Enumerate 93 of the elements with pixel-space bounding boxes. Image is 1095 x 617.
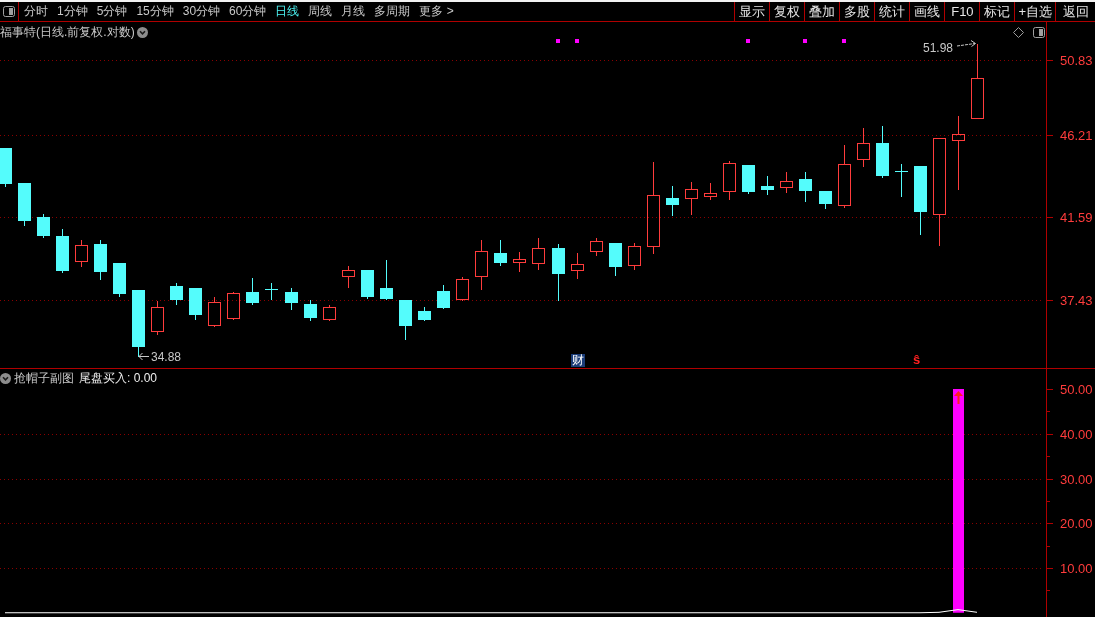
toolbar-button[interactable]: F10 <box>944 2 980 21</box>
candlestick <box>838 144 851 209</box>
period-tab[interactable]: 更多 > <box>415 2 458 21</box>
indicator-reading: 尾盘买入: 0.00 <box>79 371 158 385</box>
candlestick <box>666 185 679 217</box>
candlestick <box>475 239 488 291</box>
candlestick <box>494 239 507 267</box>
toolbar-button[interactable]: 多股 <box>839 2 875 21</box>
candlestick <box>437 284 450 310</box>
panel-toggle-icon[interactable] <box>3 6 15 17</box>
candlestick <box>304 299 317 322</box>
event-marker[interactable]: ŝ <box>913 353 921 366</box>
candlestick <box>75 239 88 268</box>
candlestick <box>914 165 927 236</box>
price-axis-label: 46.21 <box>1060 128 1093 143</box>
axis-tick-label: 30.00 <box>1060 472 1093 487</box>
candlestick <box>323 304 336 322</box>
toolbar-button[interactable]: 画线 <box>909 2 945 21</box>
leader-arrow <box>138 352 150 361</box>
period-tab[interactable]: 月线 <box>337 2 370 21</box>
period-tab[interactable]: 1分钟 <box>53 2 92 21</box>
candlestick <box>208 296 221 328</box>
candlestick <box>418 306 431 322</box>
axis-tick-label: 10.00 <box>1060 561 1093 576</box>
candlestick <box>876 125 889 179</box>
candlestick <box>571 252 584 280</box>
period-tab[interactable]: 日线 <box>271 2 304 21</box>
leader-arrow <box>956 40 976 47</box>
candlestick <box>380 259 393 301</box>
candlestick <box>723 160 736 201</box>
period-tab[interactable]: 5分钟 <box>92 2 132 21</box>
candlestick <box>742 164 755 195</box>
candlestick <box>227 291 240 321</box>
indicator-title: 抢帽子副图 <box>14 371 74 385</box>
toolbar-button[interactable]: 复权 <box>769 2 805 21</box>
candlestick <box>56 228 69 274</box>
candlestick <box>246 277 259 306</box>
candlestick <box>151 300 164 336</box>
candlestick <box>170 282 183 306</box>
candlestick <box>113 262 126 298</box>
toolbar-button[interactable]: 标记 <box>979 2 1015 21</box>
axis-tick-label: 20.00 <box>1060 516 1093 531</box>
candlestick <box>552 243 565 302</box>
candlestick <box>799 171 812 203</box>
price-axis-label: 41.59 <box>1060 210 1093 225</box>
candlestick <box>264 282 279 301</box>
toolbar-button[interactable]: 叠加 <box>804 2 840 21</box>
toolbar-button[interactable]: +自选 <box>1014 2 1055 21</box>
candlestick <box>456 276 469 302</box>
candlestick <box>780 171 793 194</box>
candlestick <box>37 213 50 239</box>
period-tab[interactable]: 15分钟 <box>132 2 178 21</box>
chevron-down-icon[interactable] <box>136 26 148 38</box>
period-tab[interactable]: 分时 <box>20 2 52 21</box>
candlestick <box>819 190 832 210</box>
axis-tick-label: 40.00 <box>1060 427 1093 442</box>
candlestick <box>532 237 545 271</box>
candlestick <box>132 289 145 358</box>
price-axis-label: 50.83 <box>1060 53 1093 68</box>
axis-tick-label: 50.00 <box>1060 382 1093 397</box>
candlestick <box>399 299 412 341</box>
high-price-label: 51.98 <box>923 41 954 55</box>
chevron-down-icon[interactable] <box>0 372 11 384</box>
period-tab[interactable]: 30分钟 <box>178 2 225 21</box>
candlestick <box>189 287 202 321</box>
candlestick <box>704 182 717 201</box>
up-arrow-icon <box>954 391 963 404</box>
candlestick <box>761 175 774 196</box>
toolbar-button[interactable]: 显示 <box>734 2 770 21</box>
toolbar-button[interactable]: 统计 <box>874 2 910 21</box>
price-axis-label: 37.43 <box>1060 293 1093 308</box>
candlestick <box>609 242 622 277</box>
candlestick <box>361 269 374 300</box>
event-marker[interactable]: 财 <box>571 354 585 367</box>
candlestick <box>94 239 107 281</box>
candlestick <box>894 163 909 198</box>
candlestick <box>590 237 603 257</box>
panel-toggle-icon[interactable] <box>1033 27 1045 38</box>
candlestick <box>0 147 12 188</box>
candlestick <box>285 287 298 311</box>
period-tab[interactable]: 60分钟 <box>225 2 271 21</box>
candlestick <box>857 127 870 168</box>
period-tab[interactable]: 多周期 <box>370 2 415 21</box>
toolbar-button[interactable]: 返回 <box>1055 2 1095 21</box>
candlestick <box>513 251 526 273</box>
candlestick <box>628 242 641 271</box>
period-tab[interactable]: 周线 <box>304 2 337 21</box>
candlestick <box>685 181 698 216</box>
chart-title: 福事特(日线.前复权.对数) <box>0 25 135 39</box>
diamond-icon[interactable] <box>1013 27 1024 38</box>
low-price-label: 34.88 <box>151 350 182 364</box>
candlestick <box>18 182 31 227</box>
candlestick <box>342 265 355 289</box>
